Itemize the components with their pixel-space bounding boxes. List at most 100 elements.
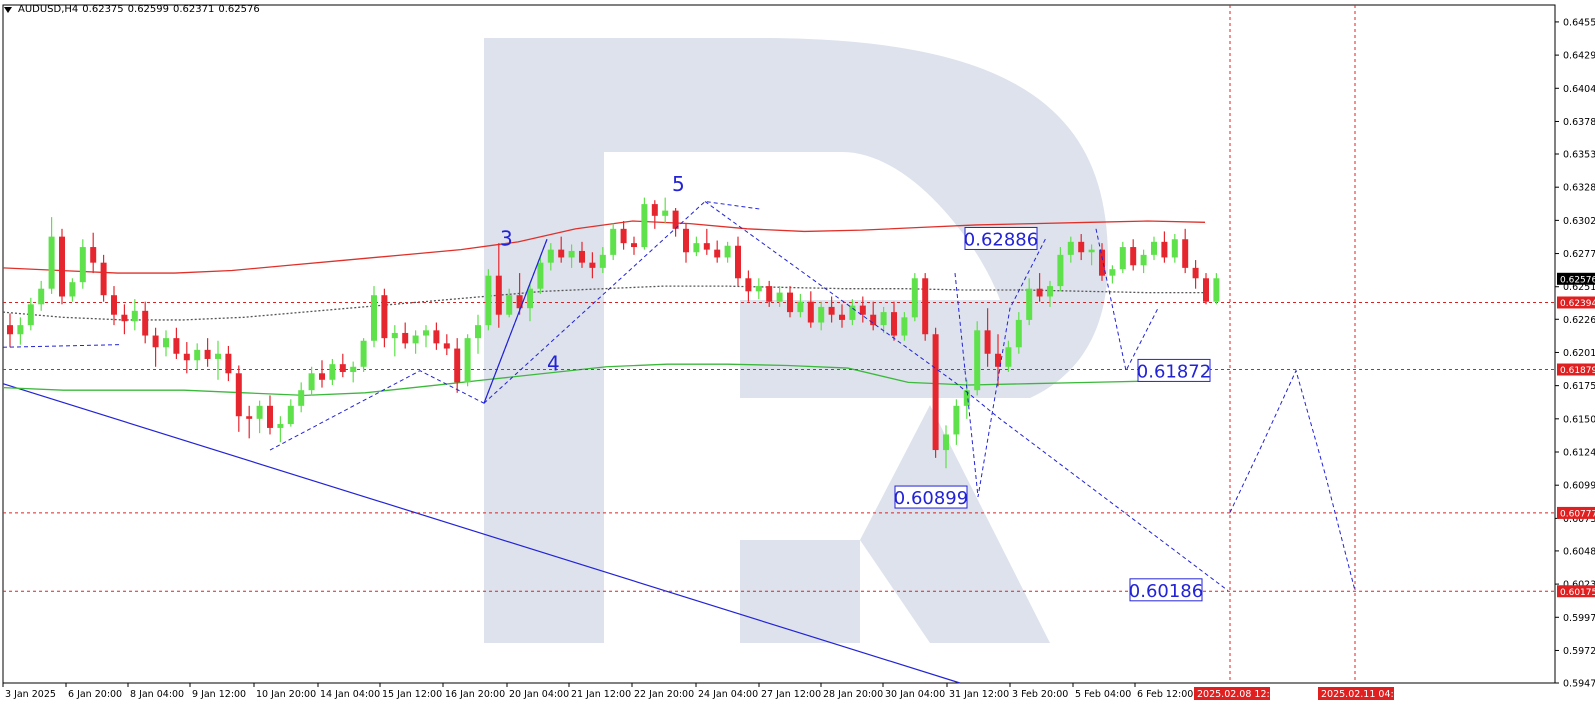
bull-candle [537, 262, 544, 289]
bull-candle [163, 338, 169, 348]
bull-candle [953, 405, 960, 435]
x-tick-label: 15 Jan 12:00 [382, 689, 442, 700]
bear-candle [1182, 239, 1189, 268]
price-tag-label: 0.61879 [1560, 366, 1595, 376]
y-tick-label: 0.59470 [1563, 679, 1595, 690]
price-tag-label: 0.62576 [1560, 275, 1595, 285]
bear-candle [433, 330, 440, 344]
bull-candle [880, 312, 887, 326]
bear-candle [807, 301, 814, 323]
bear-candle [59, 236, 65, 297]
y-tick-label: 0.64040 [1563, 84, 1595, 95]
y-tick-label: 0.64295 [1563, 51, 1595, 62]
bull-candle [1171, 239, 1178, 258]
bull-candle [1213, 278, 1220, 302]
price-tag-label: 0.62394 [1560, 299, 1595, 309]
bull-candle [329, 364, 336, 380]
bull-candle [69, 282, 76, 297]
price-tag-label: 0.60777 [1560, 509, 1595, 519]
bull-candle [724, 245, 731, 258]
y-tick-label: 0.63535 [1563, 150, 1595, 161]
bear-candle [339, 364, 346, 372]
bull-candle [849, 305, 856, 320]
bull-candle [215, 353, 221, 359]
bull-candle [797, 301, 804, 313]
bull-candle [506, 295, 513, 315]
bull-candle [256, 405, 263, 419]
y-tick-label: 0.60990 [1563, 481, 1595, 492]
bear-candle [839, 314, 845, 320]
y-tick-label: 0.63025 [1563, 216, 1595, 227]
bear-candle [1099, 249, 1105, 276]
bull-candle [1005, 347, 1012, 367]
bear-candle [787, 292, 793, 313]
target-label: 0.62886 [964, 229, 1038, 250]
bull-candle [901, 317, 908, 336]
bear-candle [703, 243, 710, 250]
bull-candle [298, 390, 305, 406]
x-tick-label: 31 Jan 12:00 [949, 689, 1009, 700]
bull-candle [1067, 241, 1074, 255]
x-tick-label: 6 Feb 12:00 [1137, 689, 1193, 700]
bull-candle [662, 210, 669, 216]
bull-candle [371, 295, 377, 341]
y-tick-label: 0.62010 [1563, 348, 1595, 359]
x-tick-label: 8 Jan 04:00 [130, 689, 184, 700]
bull-candle [485, 275, 492, 326]
bull-candle [131, 310, 138, 322]
y-tick-label: 0.62265 [1563, 315, 1595, 326]
y-tick-label: 0.62770 [1563, 249, 1595, 260]
bull-candle [599, 254, 606, 268]
x-tick-label: 20 Jan 04:00 [509, 689, 569, 700]
bull-candle [911, 278, 918, 318]
bear-candle [319, 373, 325, 380]
bull-candle [776, 292, 783, 302]
x-tick-label: 10 Jan 20:00 [256, 689, 316, 700]
bear-candle [495, 275, 502, 315]
bull-candle [391, 332, 398, 339]
bear-candle [1036, 288, 1043, 297]
bear-candle [651, 204, 658, 216]
bear-candle [859, 305, 866, 315]
bull-candle [610, 228, 617, 255]
forecast-stub [2, 344, 121, 348]
bull-candle [693, 243, 700, 253]
bear-candle [142, 310, 149, 336]
bull-candle [350, 366, 357, 372]
wave-label: 4 [547, 352, 560, 376]
x-tick-label: 16 Jan 20:00 [445, 689, 505, 700]
x-tick-label: 6 Jan 20:00 [68, 689, 122, 700]
bear-candle [121, 314, 128, 322]
bull-candle [1151, 241, 1157, 255]
bear-candle [891, 312, 897, 336]
trend-line [2, 383, 961, 684]
price-tag-label: 0.60175 [1560, 588, 1595, 598]
bull-candle [1088, 249, 1095, 253]
wave-label: 3 [500, 227, 513, 251]
target-label: 0.60186 [1129, 581, 1203, 602]
bear-candle [111, 295, 117, 315]
target-label: 0.61872 [1137, 361, 1211, 382]
bear-candle [766, 286, 773, 302]
bear-candle [922, 278, 929, 335]
x-tick-label: 3 Feb 20:00 [1012, 689, 1068, 700]
bear-candle [235, 373, 242, 417]
wave-label: 5 [672, 172, 685, 196]
bull-candle [194, 349, 201, 361]
bear-candle [443, 343, 450, 349]
bear-candle [932, 334, 939, 451]
bull-candle [464, 338, 471, 383]
y-tick-label: 0.61500 [1563, 414, 1595, 425]
bear-candle [381, 295, 388, 339]
bear-candle [870, 314, 877, 326]
price-chart: 3 4 5 0.62886 0.61872 0.60899 0.60186 0.6455 0… [2, 4, 1595, 700]
bear-candle [454, 348, 461, 383]
x-tick-label: 27 Jan 12:00 [761, 689, 821, 700]
y-tick-label: 0.63280 [1563, 183, 1595, 194]
bear-candle [1078, 241, 1085, 253]
watermark-logo [484, 38, 1108, 643]
bull-candle [48, 236, 55, 289]
y-tick-label: 0.60485 [1563, 546, 1595, 557]
bull-candle [287, 405, 294, 425]
bear-candle [984, 330, 991, 354]
